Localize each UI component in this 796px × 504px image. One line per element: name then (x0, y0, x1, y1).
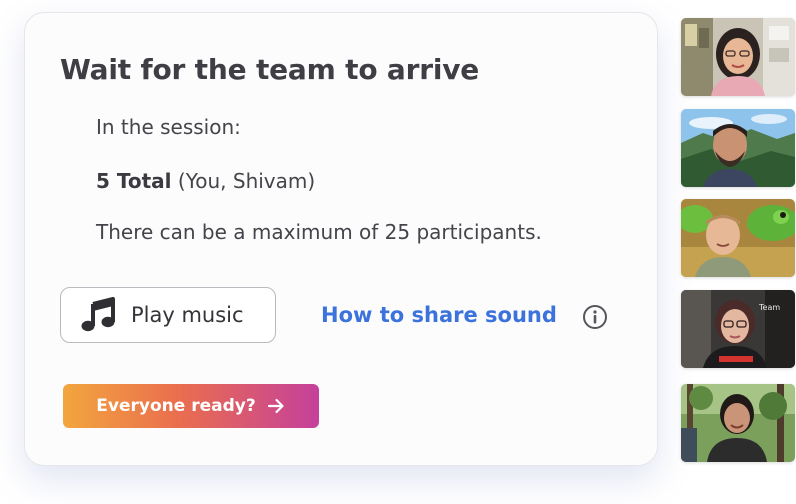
info-icon[interactable] (582, 304, 608, 330)
session-label: In the session: (96, 115, 241, 139)
tile-overlay-text: Team (758, 303, 780, 312)
everyone-ready-label: Everyone ready? (96, 396, 256, 416)
play-music-button[interactable]: Play music (60, 287, 276, 343)
participant-video-3[interactable] (681, 199, 795, 277)
play-music-label: Play music (131, 303, 244, 327)
max-participants-note: There can be a maximum of 25 participant… (96, 220, 542, 244)
participant-total: 5 Total (96, 169, 172, 193)
arrow-right-icon (266, 396, 286, 416)
everyone-ready-button[interactable]: Everyone ready? (63, 384, 319, 428)
participant-summary: 5 Total (You, Shivam) (96, 169, 315, 193)
panel-title: Wait for the team to arrive (60, 53, 480, 86)
how-to-share-sound-link[interactable]: How to share sound (321, 303, 557, 327)
participant-names: (You, Shivam) (177, 169, 316, 193)
participant-video-2[interactable] (681, 109, 795, 187)
participant-video-1[interactable] (681, 18, 795, 96)
participant-video-strip: Team (681, 0, 795, 504)
waiting-panel: Wait for the team to arrive In the sessi… (24, 12, 658, 466)
music-note-icon (79, 295, 119, 335)
participant-video-4[interactable]: Team (681, 290, 795, 368)
participant-video-5[interactable] (681, 384, 795, 462)
waiting-room: Wait for the team to arrive In the sessi… (0, 0, 796, 504)
